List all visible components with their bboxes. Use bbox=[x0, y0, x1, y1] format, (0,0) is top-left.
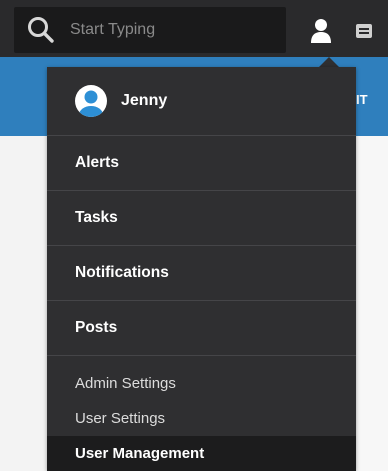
header-partial-text: IT bbox=[356, 92, 368, 107]
profile-name: Jenny bbox=[121, 92, 168, 109]
menu-item-posts[interactable]: Posts bbox=[47, 301, 356, 356]
menu-icon bbox=[356, 24, 372, 38]
menu-button[interactable] bbox=[356, 8, 388, 54]
user-menu-button[interactable] bbox=[298, 8, 344, 54]
menu-item-admin-settings[interactable]: Admin Settings bbox=[47, 366, 356, 401]
avatar-icon bbox=[75, 85, 107, 117]
user-icon bbox=[311, 19, 331, 43]
menu-item-alerts[interactable]: Alerts bbox=[47, 136, 356, 191]
search-icon bbox=[28, 17, 54, 43]
menu-item-notifications[interactable]: Notifications bbox=[47, 246, 356, 301]
menu-item-user-management[interactable]: User Management bbox=[47, 436, 356, 471]
page-background-panel bbox=[357, 136, 388, 471]
profile-row[interactable]: Jenny bbox=[47, 67, 356, 136]
settings-group: Admin Settings User Settings User Manage… bbox=[47, 356, 356, 471]
user-dropdown-menu: Jenny Alerts Tasks Notifications Posts A… bbox=[47, 67, 356, 471]
menu-item-tasks[interactable]: Tasks bbox=[47, 191, 356, 246]
top-navigation-bar bbox=[0, 0, 388, 57]
search-input[interactable] bbox=[70, 21, 270, 39]
menu-item-user-settings[interactable]: User Settings bbox=[47, 401, 356, 436]
search-box[interactable] bbox=[14, 7, 286, 53]
dropdown-caret bbox=[319, 57, 339, 67]
